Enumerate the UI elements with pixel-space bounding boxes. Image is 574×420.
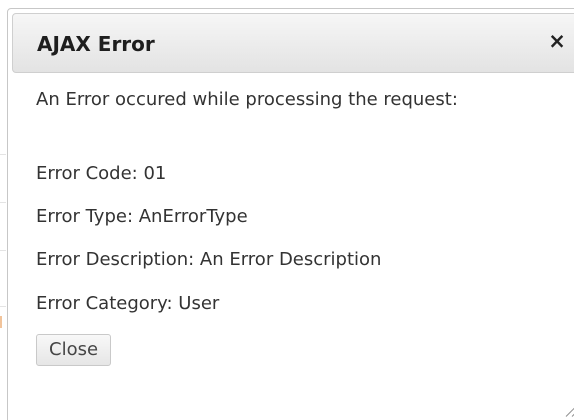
- error-dialog: AJAX Error × An Error occured while proc…: [7, 8, 574, 420]
- resize-handle-icon[interactable]: [562, 399, 574, 417]
- close-button[interactable]: Close: [36, 334, 112, 366]
- background-divider: [0, 202, 6, 203]
- dialog-titlebar[interactable]: AJAX Error ×: [12, 13, 574, 73]
- close-icon[interactable]: ×: [545, 29, 569, 53]
- background-divider: [0, 154, 6, 155]
- page: AJAX Error × An Error occured while proc…: [0, 0, 574, 420]
- background-divider: [0, 306, 6, 307]
- error-code: Error Code: 01: [36, 163, 167, 184]
- error-category: Error Category: User: [36, 293, 220, 314]
- error-description: Error Description: An Error Description: [36, 249, 382, 270]
- error-message: An Error occured while processing the re…: [36, 89, 458, 110]
- dialog-title: AJAX Error: [37, 32, 155, 56]
- background-mark: [0, 316, 2, 328]
- background-divider: [0, 250, 6, 251]
- error-type: Error Type: AnErrorType: [36, 206, 248, 227]
